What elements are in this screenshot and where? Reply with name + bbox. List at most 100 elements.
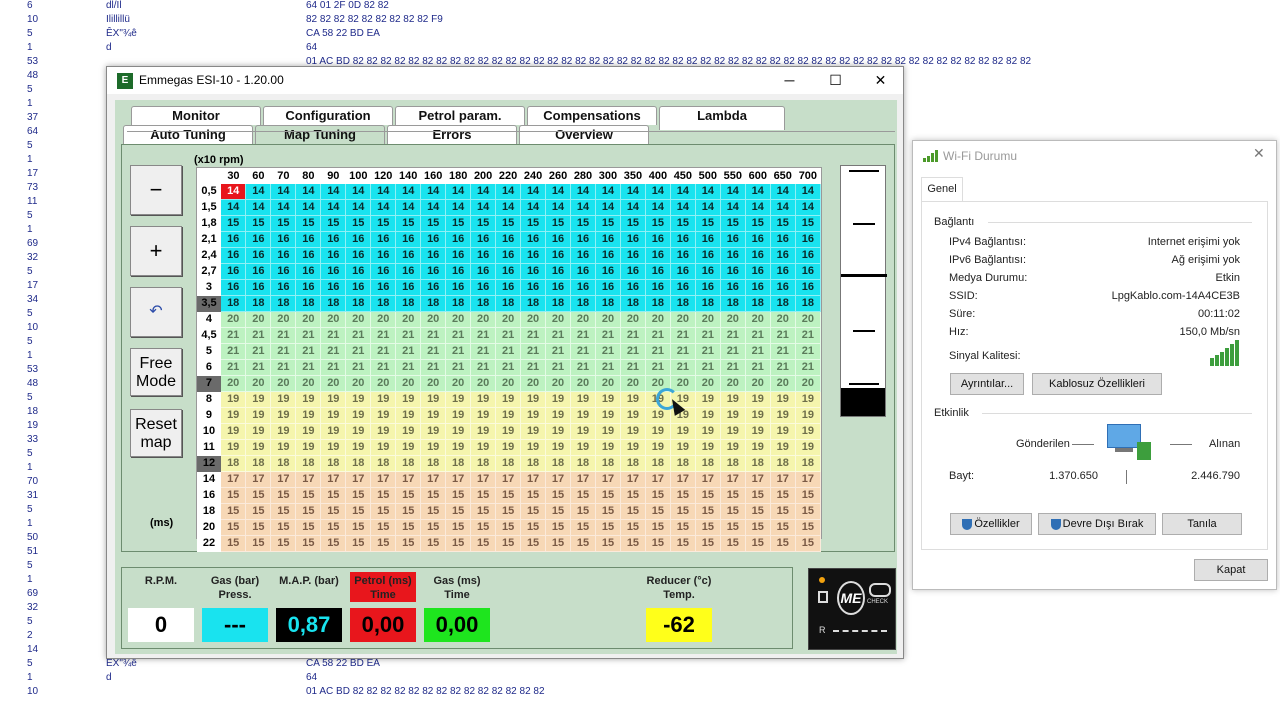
map-cell[interactable]: 21: [495, 343, 522, 360]
map-cell[interactable]: 15: [545, 535, 572, 552]
map-cell[interactable]: 15: [645, 519, 671, 536]
map-cell[interactable]: 19: [370, 407, 397, 424]
map-cell[interactable]: 16: [595, 247, 621, 264]
map-cell[interactable]: 16: [420, 247, 447, 264]
map-cell[interactable]: 16: [220, 279, 247, 296]
map-cell[interactable]: 16: [370, 263, 397, 280]
map-cell[interactable]: 20: [245, 375, 272, 392]
map-cell[interactable]: 19: [620, 423, 646, 440]
map-cell[interactable]: 15: [495, 487, 522, 504]
map-cell[interactable]: 19: [645, 423, 671, 440]
map-cell[interactable]: 21: [620, 343, 646, 360]
map-cell[interactable]: 15: [220, 519, 247, 536]
map-cell[interactable]: 21: [295, 359, 322, 376]
map-cell[interactable]: 21: [695, 359, 721, 376]
map-cell[interactable]: 15: [470, 535, 497, 552]
map-cell[interactable]: 21: [670, 327, 696, 344]
map-cell[interactable]: 15: [495, 503, 522, 520]
map-cell[interactable]: 15: [495, 535, 522, 552]
map-cell[interactable]: 15: [745, 503, 771, 520]
map-cell[interactable]: 16: [395, 263, 422, 280]
map-cell[interactable]: 14: [470, 199, 497, 216]
map-cell[interactable]: 21: [245, 327, 272, 344]
map-cell[interactable]: 17: [245, 471, 272, 488]
map-cell[interactable]: 14: [220, 184, 247, 200]
map-cell[interactable]: 19: [295, 439, 322, 456]
map-cell[interactable]: 19: [520, 391, 547, 408]
map-cell[interactable]: 20: [520, 375, 547, 392]
map-cell[interactable]: 17: [395, 471, 422, 488]
map-cell[interactable]: 21: [620, 327, 646, 344]
map-cell[interactable]: 17: [495, 471, 522, 488]
map-cell[interactable]: 15: [520, 215, 547, 232]
map-cell[interactable]: 21: [745, 327, 771, 344]
map-cell[interactable]: 20: [595, 375, 621, 392]
map-cell[interactable]: 16: [645, 263, 671, 280]
map-cell[interactable]: 14: [620, 184, 646, 200]
map-cell[interactable]: 14: [745, 184, 771, 200]
map-cell[interactable]: 15: [620, 535, 646, 552]
map-cell[interactable]: 19: [795, 423, 822, 440]
map-cell[interactable]: 19: [495, 407, 522, 424]
map-cell[interactable]: 21: [495, 359, 522, 376]
map-cell[interactable]: 20: [745, 311, 771, 328]
map-cell[interactable]: 15: [570, 487, 596, 504]
map-cell[interactable]: 16: [220, 231, 247, 248]
map-cell[interactable]: 19: [770, 407, 796, 424]
map-cell[interactable]: 15: [695, 535, 721, 552]
map-cell[interactable]: 15: [720, 503, 746, 520]
map-cell[interactable]: 16: [645, 231, 671, 248]
map-cell[interactable]: 19: [445, 423, 472, 440]
map-cell[interactable]: 19: [645, 439, 671, 456]
map-cell[interactable]: 18: [595, 455, 621, 472]
map-cell[interactable]: 20: [720, 311, 746, 328]
map-cell[interactable]: 21: [570, 327, 596, 344]
map-cell[interactable]: 15: [770, 519, 796, 536]
map-cell[interactable]: 21: [220, 327, 247, 344]
map-cell[interactable]: 16: [745, 231, 771, 248]
map-cell[interactable]: 21: [720, 327, 746, 344]
map-cell[interactable]: 16: [745, 279, 771, 296]
map-cell[interactable]: 16: [520, 279, 547, 296]
map-cell[interactable]: 15: [370, 535, 397, 552]
map-cell[interactable]: 19: [445, 439, 472, 456]
map-cell[interactable]: 18: [645, 295, 671, 312]
map-cell[interactable]: 15: [445, 215, 472, 232]
map-cell[interactable]: 14: [695, 184, 721, 200]
map-cell[interactable]: 19: [420, 439, 447, 456]
map-cell[interactable]: 19: [245, 439, 272, 456]
map-cell[interactable]: 16: [220, 263, 247, 280]
map-cell[interactable]: 16: [795, 263, 822, 280]
map-cell[interactable]: 19: [670, 439, 696, 456]
map-cell[interactable]: 18: [245, 455, 272, 472]
map-cell[interactable]: 16: [495, 247, 522, 264]
map-cell[interactable]: 16: [345, 247, 372, 264]
map-cell[interactable]: 19: [320, 391, 347, 408]
map-cell[interactable]: 19: [545, 439, 572, 456]
map-cell[interactable]: 20: [695, 311, 721, 328]
map-cell[interactable]: 16: [595, 263, 621, 280]
map-cell[interactable]: 15: [545, 215, 572, 232]
map-cell[interactable]: 15: [520, 535, 547, 552]
map-cell[interactable]: 20: [370, 375, 397, 392]
map-cell[interactable]: 16: [570, 247, 596, 264]
map-cell[interactable]: 21: [620, 359, 646, 376]
map-cell[interactable]: 19: [370, 439, 397, 456]
map-cell[interactable]: 15: [245, 535, 272, 552]
map-cell[interactable]: 21: [595, 359, 621, 376]
map-cell[interactable]: 15: [445, 487, 472, 504]
map-cell[interactable]: 15: [645, 503, 671, 520]
map-cell[interactable]: 16: [745, 247, 771, 264]
properties-button[interactable]: Özellikler: [950, 513, 1032, 535]
map-cell[interactable]: 15: [620, 519, 646, 536]
map-cell[interactable]: 18: [345, 455, 372, 472]
map-cell[interactable]: 15: [595, 535, 621, 552]
map-cell[interactable]: 15: [570, 503, 596, 520]
map-cell[interactable]: 15: [320, 519, 347, 536]
map-cell[interactable]: 21: [795, 359, 822, 376]
map-cell[interactable]: 14: [645, 184, 671, 200]
map-cell[interactable]: 16: [345, 279, 372, 296]
map-cell[interactable]: 18: [720, 455, 746, 472]
map-cell[interactable]: 19: [470, 423, 497, 440]
map-cell[interactable]: 20: [320, 311, 347, 328]
